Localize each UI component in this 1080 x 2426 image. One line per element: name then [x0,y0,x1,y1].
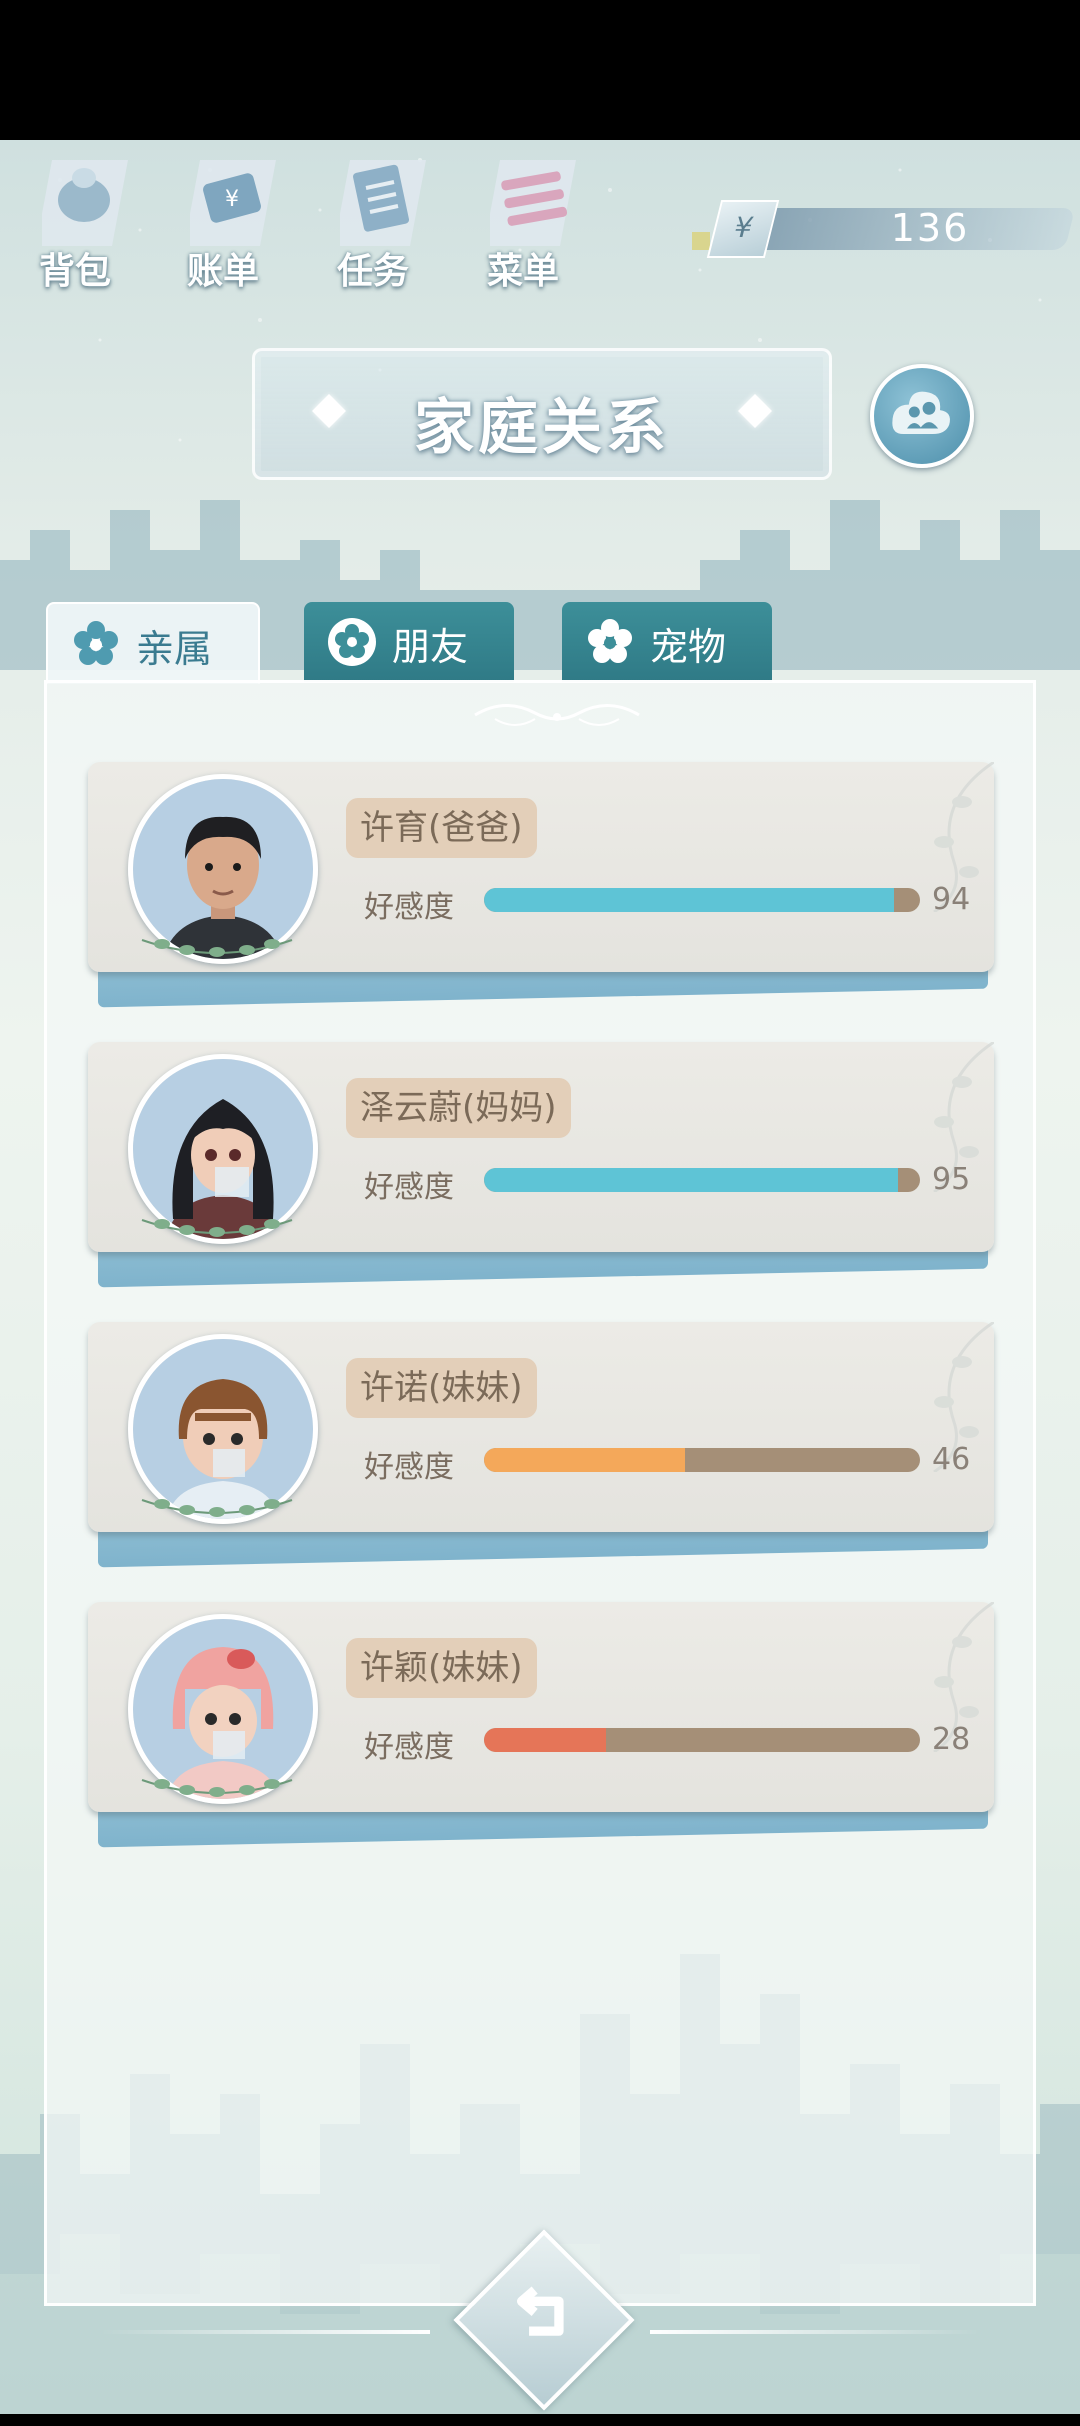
affection-bar-fill [484,1168,899,1192]
affection-label: 好感度 [364,1170,454,1205]
scroll-ornament [474,703,640,726]
member-name: 泽云蔚(妈妈) [346,1078,571,1138]
page-title-banner: 家庭关系 [252,348,832,480]
bag-label: 背包 [38,251,111,292]
flower-icon [328,618,376,666]
back-arrow-icon [516,2286,564,2336]
family-member-card[interactable]: 许诺(妹妹) 好感度 46 [88,1322,994,1568]
back-ornament-right [650,2330,980,2334]
leaf-wreath-decoration [141,1499,293,1517]
menu-button[interactable]: 菜单 [468,150,578,292]
affection-bar [484,1728,920,1752]
tab-pets[interactable]: 宠物 [562,602,772,682]
tab-friends-label: 朋友 [392,625,469,669]
affection-bar-fill [484,1448,685,1472]
member-name: 许颖(妹妹) [346,1638,537,1698]
tab-relatives-label: 亲属 [136,627,213,671]
task-icon [340,160,426,246]
bill-button[interactable]: ¥ 账单 [168,150,278,292]
family-icon [892,391,950,434]
currency-value: 136 [890,206,970,250]
affection-label: 好感度 [364,890,454,925]
menu-label: 菜单 [486,251,559,292]
relationship-help-button[interactable] [870,364,974,468]
member-name: 许育(爸爸) [346,798,537,858]
flower-icon [74,621,118,665]
affection-value: 28 [932,1722,971,1757]
leaf-wreath-decoration [141,1219,293,1237]
leaf-wreath-decoration [141,1779,293,1797]
task-label: 任务 [336,251,409,292]
page-title: 家庭关系 [414,393,670,463]
family-member-card[interactable]: 泽云蔚(妈妈) 好感度 95 [88,1042,994,1288]
leaf-wreath-decoration [141,939,293,957]
affection-bar [484,1448,920,1472]
affection-bar-fill [484,1728,607,1752]
tab-relatives[interactable]: 亲属 [46,602,260,684]
affection-bar-fill [484,888,894,912]
bag-icon [42,160,128,246]
affection-value: 94 [932,882,971,917]
affection-bar [484,888,920,912]
task-button[interactable]: 任务 [318,150,428,292]
bill-label: 账单 [186,251,259,292]
affection-value: 46 [932,1442,971,1477]
family-member-card[interactable]: 许育(爸爸) 好感度 94 [88,762,994,1008]
member-name: 许诺(妹妹) [346,1358,537,1418]
affection-label: 好感度 [364,1730,454,1765]
affection-label: 好感度 [364,1450,454,1485]
svg-text:¥: ¥ [225,187,239,212]
family-member-card[interactable]: 许颖(妹妹) 好感度 28 [88,1602,994,1848]
affection-bar [484,1168,920,1192]
bag-button[interactable]: 背包 [20,150,130,292]
currency-display: ¥ 136 [690,196,1076,258]
menu-icon [490,160,576,246]
bill-icon: ¥ [190,160,276,246]
back-ornament-left [100,2330,430,2334]
tab-friends[interactable]: 朋友 [304,602,514,682]
tab-pets-label: 宠物 [650,625,727,669]
gem-icon [692,232,710,250]
affection-value: 95 [932,1162,971,1197]
flower-icon [588,619,632,663]
